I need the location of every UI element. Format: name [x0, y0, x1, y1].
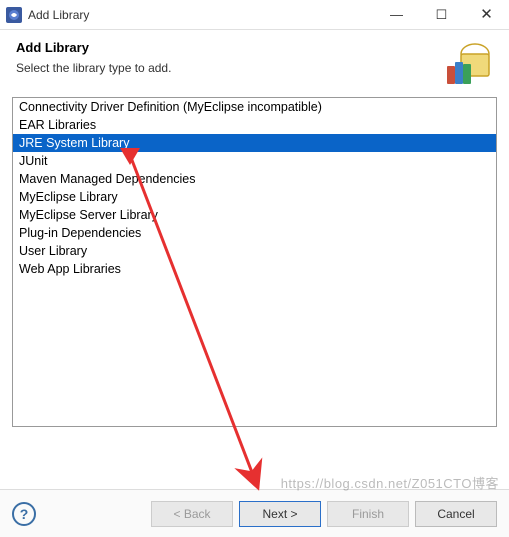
back-button[interactable]: < Back — [151, 501, 233, 527]
title-bar: Add Library — ☐ ✕ — [0, 0, 509, 30]
list-item[interactable]: EAR Libraries — [13, 116, 496, 134]
close-button[interactable]: ✕ — [464, 0, 509, 30]
wizard-footer: ? < Back Next > Finish Cancel — [0, 489, 509, 537]
list-item[interactable]: Connectivity Driver Definition (MyEclips… — [13, 98, 496, 116]
list-item[interactable]: JUnit — [13, 152, 496, 170]
list-item[interactable]: Maven Managed Dependencies — [13, 170, 496, 188]
list-item[interactable]: Web App Libraries — [13, 260, 496, 278]
cancel-button[interactable]: Cancel — [415, 501, 497, 527]
finish-button[interactable]: Finish — [327, 501, 409, 527]
app-icon — [6, 7, 22, 23]
list-item[interactable]: MyEclipse Library — [13, 188, 496, 206]
page-subtitle: Select the library type to add. — [16, 61, 493, 75]
list-item[interactable]: Plug-in Dependencies — [13, 224, 496, 242]
help-button[interactable]: ? — [12, 502, 36, 526]
list-item[interactable]: User Library — [13, 242, 496, 260]
minimize-button[interactable]: — — [374, 0, 419, 30]
library-graphic-icon — [441, 36, 493, 88]
list-item[interactable]: JRE System Library — [13, 134, 496, 152]
maximize-button[interactable]: ☐ — [419, 0, 464, 30]
next-button[interactable]: Next > — [239, 501, 321, 527]
wizard-header: Add Library Select the library type to a… — [0, 30, 509, 87]
list-item[interactable]: MyEclipse Server Library — [13, 206, 496, 224]
page-title: Add Library — [16, 40, 493, 55]
window-title: Add Library — [28, 8, 374, 22]
content-area: Connectivity Driver Definition (MyEclips… — [0, 87, 509, 437]
library-type-list[interactable]: Connectivity Driver Definition (MyEclips… — [12, 97, 497, 427]
